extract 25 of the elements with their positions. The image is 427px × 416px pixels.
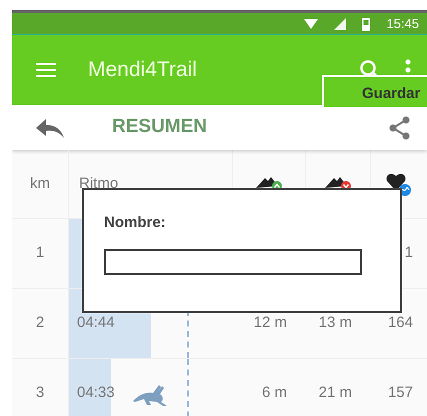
field-label: Nombre:: [104, 213, 167, 233]
screen-title: RESUMEN: [112, 115, 208, 140]
table-cell-text: 13 m: [318, 313, 353, 334]
battery-icon: [362, 16, 370, 30]
signal-icon: [334, 18, 346, 30]
reply-arrow-icon[interactable]: [36, 116, 64, 138]
table-cell-text: 04:44: [76, 313, 115, 334]
column-header: Ritmo: [79, 174, 118, 194]
table-cell-text: 157: [386, 383, 414, 404]
table-cell-text: 2: [34, 313, 46, 334]
wifi-icon: [304, 18, 318, 30]
input-field[interactable]: [104, 248, 362, 274]
table-cell-text: 6 m: [260, 383, 288, 404]
table-cell-text: 04:33: [76, 383, 115, 404]
clock-time: 15:45: [386, 14, 419, 33]
share-icon[interactable]: [389, 116, 411, 140]
table-cell-text: 3: [34, 383, 46, 404]
table-cell-text: 1: [34, 243, 46, 264]
table-cell-text: 21 m: [318, 383, 353, 404]
app-title: Mendi4Trail: [88, 57, 197, 84]
table-cell-text: 12 m: [252, 313, 288, 334]
column-header: km: [30, 174, 50, 194]
table-cell-text: 1: [404, 243, 414, 264]
table-cell-text: 164: [386, 313, 414, 334]
menu-item[interactable]: Guardar: [322, 75, 427, 109]
